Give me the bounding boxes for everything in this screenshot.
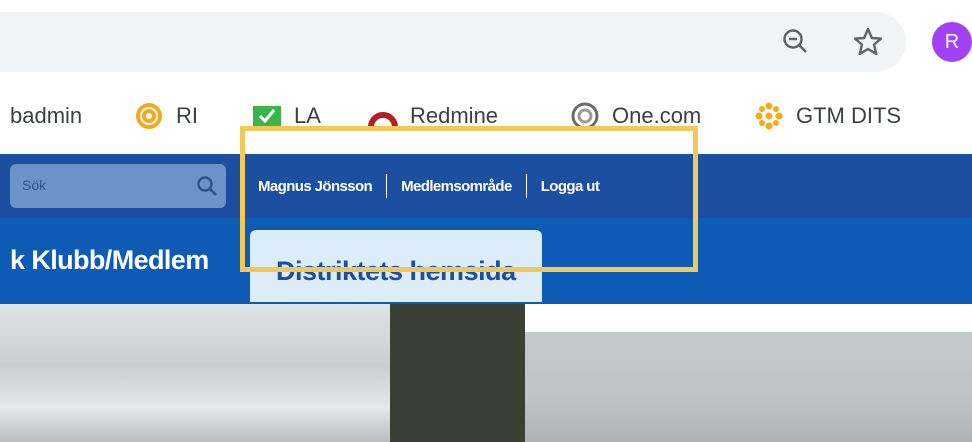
search-box[interactable]: Sök bbox=[10, 164, 226, 208]
bookmark-gtm-dits[interactable]: GTM DITS bbox=[754, 100, 901, 132]
bookmark-label: badmin bbox=[10, 103, 83, 128]
bookmark-badmin[interactable]: badmin bbox=[10, 100, 82, 132]
zoom-out-icon[interactable] bbox=[780, 26, 812, 58]
search-icon[interactable] bbox=[196, 175, 218, 197]
bookmark-label: RI bbox=[176, 103, 198, 128]
highlight-box bbox=[240, 126, 698, 272]
bookmark-ri[interactable]: RI bbox=[134, 100, 198, 132]
browser-toolbar: R bbox=[0, 0, 972, 78]
sky-photo bbox=[0, 304, 440, 442]
nav-item-klubb-medlem[interactable]: k Klubb/Medlem bbox=[10, 245, 209, 276]
tree-photo bbox=[390, 304, 530, 442]
rotary-wheel-icon bbox=[136, 103, 162, 129]
profile-avatar[interactable]: R bbox=[932, 22, 972, 62]
gtm-icon bbox=[755, 102, 783, 130]
park-photo bbox=[525, 332, 972, 442]
hero-image bbox=[0, 304, 972, 442]
address-bar[interactable] bbox=[0, 12, 906, 72]
bookmark-label: GTM DITS bbox=[796, 103, 902, 128]
star-icon[interactable] bbox=[852, 26, 884, 58]
search-input[interactable]: Sök bbox=[22, 177, 46, 193]
